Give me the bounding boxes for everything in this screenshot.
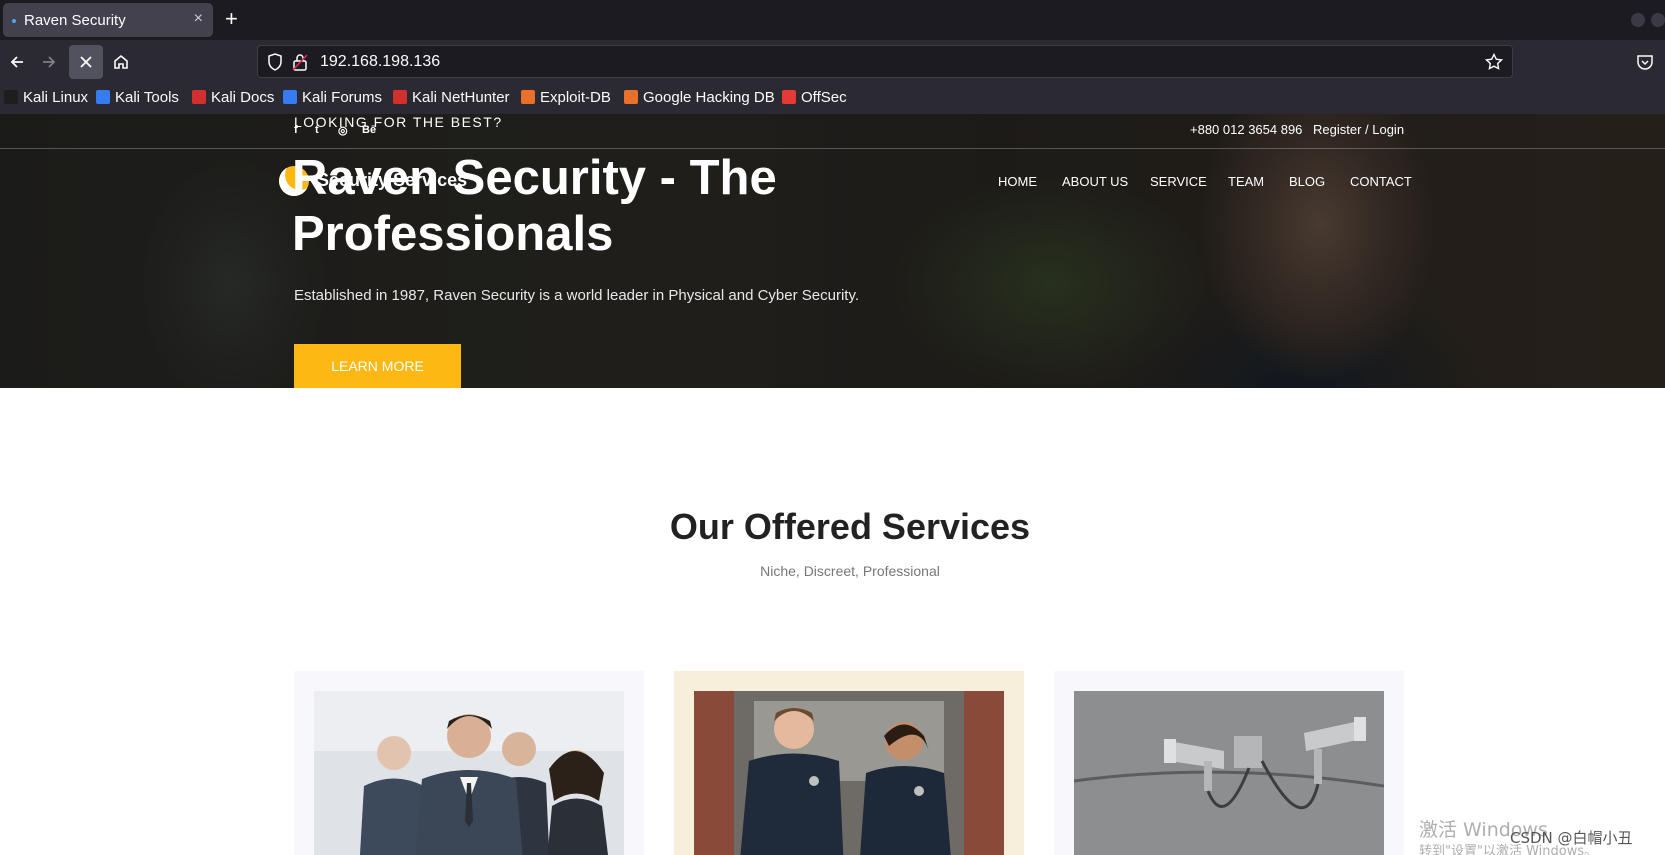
learn-more-button[interactable]: LEARN MORE (294, 344, 461, 388)
bookmark-label: OffSec (801, 89, 847, 106)
browser-navbar: 192.168.198.136 (0, 40, 1665, 84)
bookmark-label: Google Hacking DB (643, 89, 775, 106)
nav-blog[interactable]: BLOG (1289, 174, 1325, 189)
pocket-icon[interactable] (1628, 45, 1662, 79)
browser-tabbar: Raven Security × + (0, 0, 1665, 40)
stop-button[interactable] (69, 45, 103, 79)
facebook-icon[interactable]: f (294, 124, 298, 136)
service-card[interactable] (674, 671, 1024, 855)
bookmark-offsec[interactable]: OffSec (782, 89, 847, 106)
home-icon (114, 54, 128, 69)
stop-x-icon (80, 56, 92, 68)
forward-arrow-icon (43, 56, 56, 68)
dribbble-icon[interactable]: ◎ (338, 124, 348, 137)
nav-contact[interactable]: CONTACT (1350, 174, 1412, 189)
nav-home[interactable]: HOME (998, 174, 1037, 189)
bookmark-label: Kali Docs (211, 89, 275, 106)
tab-close-icon[interactable]: × (194, 10, 203, 28)
bookmark-label: Kali Tools (115, 89, 179, 106)
nethunter-icon (393, 90, 407, 104)
bookmark-kali-tools[interactable]: Kali Tools (96, 89, 179, 106)
service-card[interactable] (294, 671, 644, 855)
window-minimize-button[interactable] (1631, 13, 1645, 27)
new-tab-button[interactable]: + (225, 6, 238, 32)
shield-icon[interactable] (267, 53, 283, 75)
back-arrow-icon (10, 56, 23, 68)
insecure-lock-icon[interactable] (292, 53, 308, 75)
security-cameras-photo (1074, 691, 1384, 855)
back-button[interactable] (0, 45, 34, 79)
ghdb-icon (624, 90, 638, 104)
nav-about-us[interactable]: ABOUT US (1062, 174, 1128, 189)
kali-dragon-icon (4, 90, 18, 104)
loading-indicator-icon (12, 19, 16, 23)
kali-docs-icon (192, 90, 206, 104)
twitter-icon[interactable]: t (315, 124, 319, 136)
bookmark-star-icon[interactable] (1484, 52, 1504, 75)
bookmark-label: Exploit-DB (540, 89, 611, 106)
behance-icon[interactable]: Bē (362, 124, 376, 136)
business-team-photo (314, 691, 624, 855)
police-officers-photo (694, 691, 1004, 855)
hero-subtitle: Established in 1987, Raven Security is a… (294, 287, 860, 304)
header-phone[interactable]: +880 012 3654 896 (1190, 122, 1302, 137)
address-bar[interactable]: 192.168.198.136 (257, 45, 1513, 78)
bookmark-label: Kali NetHunter (412, 89, 510, 106)
bookmark-kali-nethunter[interactable]: Kali NetHunter (393, 89, 510, 106)
bookmark-kali-linux[interactable]: Kali Linux (4, 89, 88, 106)
bookmark-label: Kali Linux (23, 89, 89, 106)
bookmark-label: Kali Forums (302, 89, 383, 106)
home-button[interactable] (104, 45, 138, 79)
service-card[interactable] (1054, 671, 1404, 855)
hero-section: LOOKING FOR THE BEST? f t ◎ Bē +880 012 … (0, 114, 1665, 388)
hero-tagline: LOOKING FOR THE BEST? (294, 114, 503, 130)
kali-forums-icon (283, 90, 297, 104)
services-subtitle: Niche, Discreet, Professional (760, 563, 940, 579)
bookmark-exploit-db[interactable]: Exploit-DB (521, 89, 611, 106)
forward-button[interactable] (32, 45, 66, 79)
tab-title: Raven Security (24, 12, 126, 29)
bookmark-kali-forums[interactable]: Kali Forums (283, 89, 382, 106)
url-text[interactable]: 192.168.198.136 (320, 53, 440, 71)
kali-tools-icon (96, 90, 110, 104)
bookmarks-toolbar: Kali Linux Kali Tools Kali Docs Kali For… (0, 84, 1665, 114)
nav-team[interactable]: TEAM (1228, 174, 1264, 189)
bookmark-google-hacking-db[interactable]: Google Hacking DB (624, 89, 775, 106)
bookmark-kali-docs[interactable]: Kali Docs (192, 89, 274, 106)
services-title: Our Offered Services (669, 506, 1031, 547)
window-maximize-button[interactable] (1651, 13, 1665, 27)
offsec-icon (782, 90, 796, 104)
browser-tab[interactable]: Raven Security × (3, 3, 213, 37)
csdn-credit: CSDN @白帽小丑 (1510, 829, 1633, 847)
hero-title: Raven Security - The Professionals (292, 151, 777, 261)
header-divider (0, 148, 1665, 149)
register-login-link[interactable]: Register / Login (1313, 122, 1404, 137)
nav-service[interactable]: SERVICE (1150, 174, 1207, 189)
exploitdb-icon (521, 90, 535, 104)
